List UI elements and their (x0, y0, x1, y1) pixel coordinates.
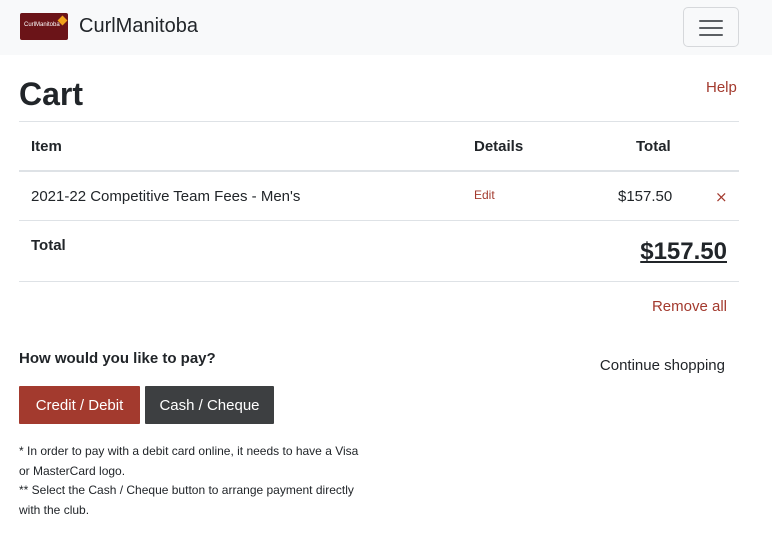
cash-cheque-note: ** Select the Cash / Cheque button to ar… (19, 483, 354, 517)
brand-logo-text: CurlManitoba (24, 22, 60, 28)
total-divider (19, 281, 739, 282)
total-label: Total (31, 237, 66, 254)
remove-all-link[interactable]: Remove all (640, 298, 727, 315)
header-total: Total (636, 138, 671, 155)
navbar: CurlManitoba CurlManitoba (0, 0, 772, 55)
cart-item-total: $157.50 (618, 188, 673, 205)
credit-debit-button[interactable]: Credit / Debit (19, 386, 140, 424)
hamburger-menu-icon (699, 20, 723, 22)
page-title: Cart (19, 76, 84, 112)
hamburger-menu-icon (699, 34, 723, 36)
remove-item-icon[interactable]: × (715, 190, 728, 205)
debit-card-note: * In order to pay with a debit card onli… (19, 444, 359, 478)
brand-name[interactable]: CurlManitoba (79, 15, 198, 38)
row-divider (19, 220, 739, 221)
total-amount: $157.50 (640, 238, 727, 265)
header-item: Item (31, 138, 62, 155)
cart-item-name: 2021-22 Competitive Team Fees - Men's (31, 188, 301, 205)
menu-toggle-button[interactable] (683, 7, 739, 47)
header-details: Details (474, 138, 524, 155)
brand-logo[interactable]: CurlManitoba (20, 13, 68, 40)
payment-notes: * In order to pay with a debit card onli… (19, 442, 364, 520)
header-divider (19, 170, 739, 172)
edit-item-link[interactable]: Edit (474, 188, 495, 202)
cash-cheque-button[interactable]: Cash / Cheque (145, 386, 274, 424)
payment-question: How would you like to pay? (19, 350, 216, 367)
help-link[interactable]: Help (706, 79, 737, 96)
continue-shopping-link[interactable]: Continue shopping (580, 357, 725, 374)
table-top-divider (19, 121, 739, 122)
hamburger-menu-icon (699, 27, 723, 29)
